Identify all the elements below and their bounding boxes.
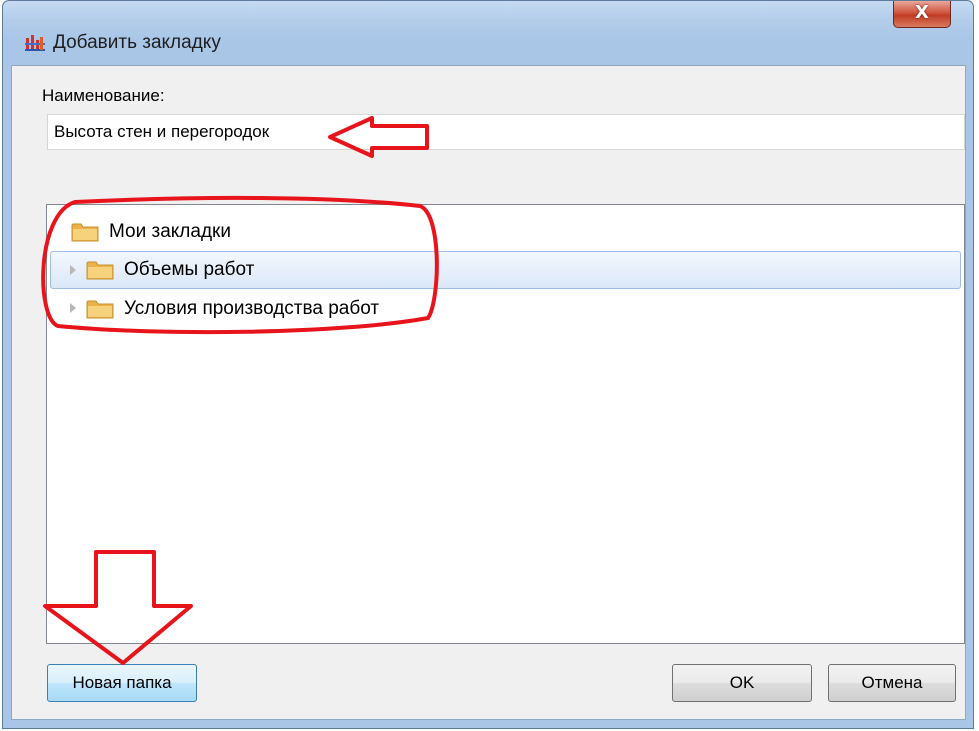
expand-arrow-icon[interactable] [70,303,76,313]
tree-item-work-volumes[interactable]: Объемы работ [50,251,961,289]
folder-icon [86,300,114,319]
ok-button[interactable]: OK [672,664,812,702]
folder-icon [86,261,114,280]
cancel-button[interactable]: Отмена [828,664,956,702]
bookmark-folder-tree[interactable]: Мои закладки Объемы работ Условия произв… [46,204,965,644]
window-title: Добавить закладку [53,32,221,53]
name-input[interactable]: Высота стен и перегородок [47,114,965,150]
tree-item-my-bookmarks[interactable]: Мои закладки [51,213,960,251]
tree-item-work-conditions[interactable]: Условия производства работ [51,290,960,328]
app-icon [25,35,45,51]
title-bar[interactable]: Добавить закладку X [3,1,973,53]
new-folder-button[interactable]: Новая папка [47,664,197,702]
name-label: Наименование: [42,86,165,105]
expand-arrow-icon[interactable] [70,265,76,275]
folder-icon [71,223,99,242]
dialog-body: Наименование: Высота стен и перегородок … [11,65,966,720]
tree-item-label: Объемы работ [124,259,255,280]
close-button[interactable]: X [893,1,951,28]
close-icon: X [915,2,929,23]
tree-item-label: Мои закладки [109,221,231,242]
tree-item-label: Условия производства работ [124,298,380,319]
dialog-window: Добавить закладку X Наименование: Высота… [2,0,974,729]
